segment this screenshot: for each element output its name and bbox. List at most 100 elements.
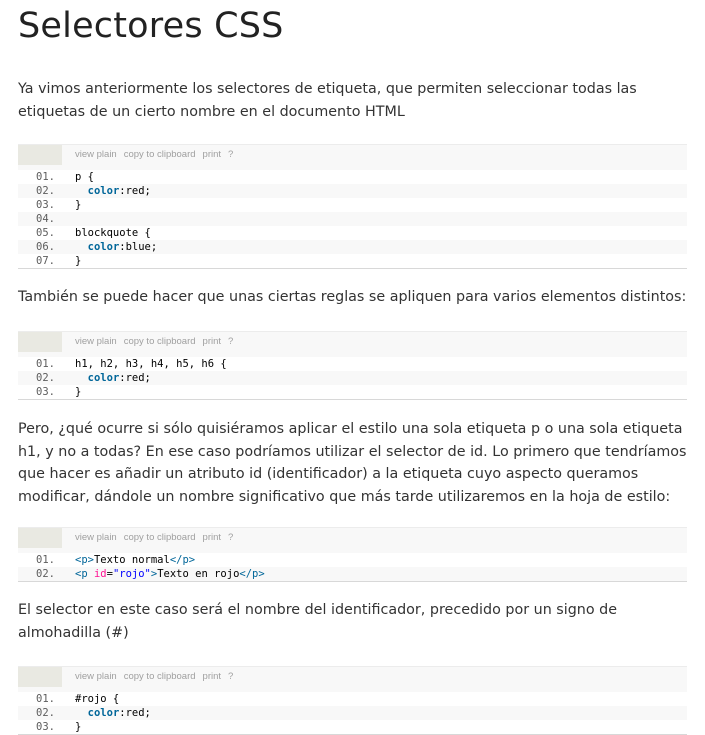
code-text: <p>Texto normal</p> bbox=[75, 553, 195, 567]
paragraph-multiple: También se puede hacer que unas ciertas … bbox=[18, 289, 687, 305]
code-token: color bbox=[87, 372, 120, 384]
paragraph-id-selector: Pero, ¿qué ocurre si sólo quisiéramos ap… bbox=[18, 421, 687, 505]
code-text: } bbox=[75, 198, 81, 212]
line-number: 06. bbox=[36, 241, 55, 253]
code-text: blockquote { bbox=[75, 226, 151, 240]
code-token: blockquote { bbox=[75, 227, 151, 239]
line-number: 01. bbox=[36, 554, 55, 566]
code-text: } bbox=[75, 254, 81, 268]
code-token: color bbox=[87, 707, 120, 719]
view-plain-link[interactable]: view plain bbox=[75, 336, 117, 347]
code-token: p { bbox=[75, 171, 94, 183]
page-title: Selectores CSS bbox=[18, 6, 284, 46]
code-token: Texto en rojo bbox=[157, 568, 240, 580]
code-text: color:red; bbox=[75, 371, 151, 385]
code-text: #rojo { bbox=[75, 692, 119, 706]
code-block-1: view plain copy to clipboard print? 01. p {0… bbox=[18, 144, 687, 269]
paragraph-intro: Ya vimos anteriormente los selectores de… bbox=[18, 81, 637, 120]
code-token: } bbox=[75, 386, 82, 398]
code-text: } bbox=[75, 720, 81, 734]
code-token: :red; bbox=[119, 707, 151, 719]
line-number: 03. bbox=[36, 199, 55, 211]
line-number: 02. bbox=[36, 568, 55, 580]
code-line: 03.} bbox=[18, 198, 687, 212]
code-token: <p> bbox=[75, 554, 94, 566]
code-line: 04. bbox=[18, 212, 687, 226]
line-number: 03. bbox=[36, 721, 55, 733]
copy-to-clipboard-link[interactable]: copy to clipboard bbox=[124, 532, 196, 543]
line-number: 03. bbox=[36, 386, 55, 398]
view-plain-link[interactable]: view plain bbox=[75, 149, 117, 160]
help-link[interactable]: ? bbox=[228, 671, 233, 682]
code-toolbar: view plain copy to clipboard print? bbox=[18, 332, 687, 352]
code-text: <p id="rojo">Texto en rojo</p> bbox=[75, 567, 265, 581]
copy-to-clipboard-link[interactable]: copy to clipboard bbox=[124, 336, 196, 347]
print-link[interactable]: print bbox=[203, 671, 221, 682]
code-line: 06. color:blue; bbox=[18, 240, 687, 254]
view-plain-link[interactable]: view plain bbox=[75, 532, 117, 543]
help-link[interactable]: ? bbox=[228, 149, 233, 160]
copy-to-clipboard-link[interactable]: copy to clipboard bbox=[124, 671, 196, 682]
code-line: 03.} bbox=[18, 385, 687, 399]
code-toolbar: view plain copy to clipboard print? bbox=[18, 528, 687, 548]
line-number: 01. bbox=[36, 358, 55, 370]
code-block-3: view plain copy to clipboard print? 01. <p>T… bbox=[18, 527, 687, 582]
code-block-4: view plain copy to clipboard print? 01. #roj… bbox=[18, 666, 687, 735]
code-token: :blue; bbox=[119, 241, 158, 253]
view-plain-link[interactable]: view plain bbox=[75, 671, 117, 682]
code-token: color bbox=[87, 185, 120, 197]
line-number: 05. bbox=[36, 227, 55, 239]
code-text: color:blue; bbox=[75, 240, 158, 254]
code-token: :red; bbox=[119, 372, 151, 384]
code-token: id bbox=[93, 568, 107, 580]
help-link[interactable]: ? bbox=[228, 532, 233, 543]
print-link[interactable]: print bbox=[203, 149, 221, 160]
code-text: p { bbox=[75, 170, 94, 184]
code-token: h1, h2, h3, h4, h5, h6 { bbox=[75, 358, 227, 370]
line-number: 02. bbox=[36, 372, 55, 384]
code-token: Texto normal bbox=[93, 554, 170, 566]
code-token: } bbox=[75, 721, 82, 733]
code-line: 01. h1, h2, h3, h4, h5, h6 { bbox=[18, 357, 687, 371]
code-token: color bbox=[87, 241, 120, 253]
code-line: 07.} bbox=[18, 254, 687, 268]
code-line: 05. blockquote { bbox=[18, 226, 687, 240]
code-toolbar: view plain copy to clipboard print? bbox=[18, 667, 687, 687]
line-number: 04. bbox=[36, 213, 55, 225]
paragraph-hash: El selector en este caso será el nombre … bbox=[18, 602, 618, 641]
code-text: color:red; bbox=[75, 706, 151, 720]
code-token: } bbox=[75, 199, 82, 211]
code-line: 01. #rojo { bbox=[18, 692, 687, 706]
line-number: 01. bbox=[36, 693, 55, 705]
line-number: 01. bbox=[36, 171, 55, 183]
code-token: </p> bbox=[169, 554, 196, 566]
line-number: 07. bbox=[36, 255, 55, 267]
code-line: 03.} bbox=[18, 720, 687, 734]
code-line: 02. color:red; bbox=[18, 371, 687, 385]
code-line: 02. color:red; bbox=[18, 184, 687, 198]
code-toolbar: view plain copy to clipboard print? bbox=[18, 145, 687, 165]
code-text: } bbox=[75, 385, 81, 399]
code-token: } bbox=[75, 255, 82, 267]
help-link[interactable]: ? bbox=[228, 336, 233, 347]
code-line: 02. color:red; bbox=[18, 706, 687, 720]
line-number: 02. bbox=[36, 185, 55, 197]
code-block-2: view plain copy to clipboard print? 01. h1, … bbox=[18, 331, 687, 400]
copy-to-clipboard-link[interactable]: copy to clipboard bbox=[124, 149, 196, 160]
code-line: 02. <p id="rojo">Texto en rojo</p> bbox=[18, 567, 687, 581]
print-link[interactable]: print bbox=[203, 532, 221, 543]
line-number: 02. bbox=[36, 707, 55, 719]
code-text: color:red; bbox=[75, 184, 151, 198]
code-token: :red; bbox=[119, 185, 151, 197]
code-token: #rojo { bbox=[75, 693, 120, 705]
code-token: </p> bbox=[239, 568, 265, 580]
print-link[interactable]: print bbox=[203, 336, 221, 347]
code-token: <p bbox=[75, 568, 94, 580]
code-token: "rojo" bbox=[112, 568, 151, 580]
code-text: h1, h2, h3, h4, h5, h6 { bbox=[75, 357, 227, 371]
code-line: 01. <p>Texto normal</p> bbox=[18, 553, 687, 567]
